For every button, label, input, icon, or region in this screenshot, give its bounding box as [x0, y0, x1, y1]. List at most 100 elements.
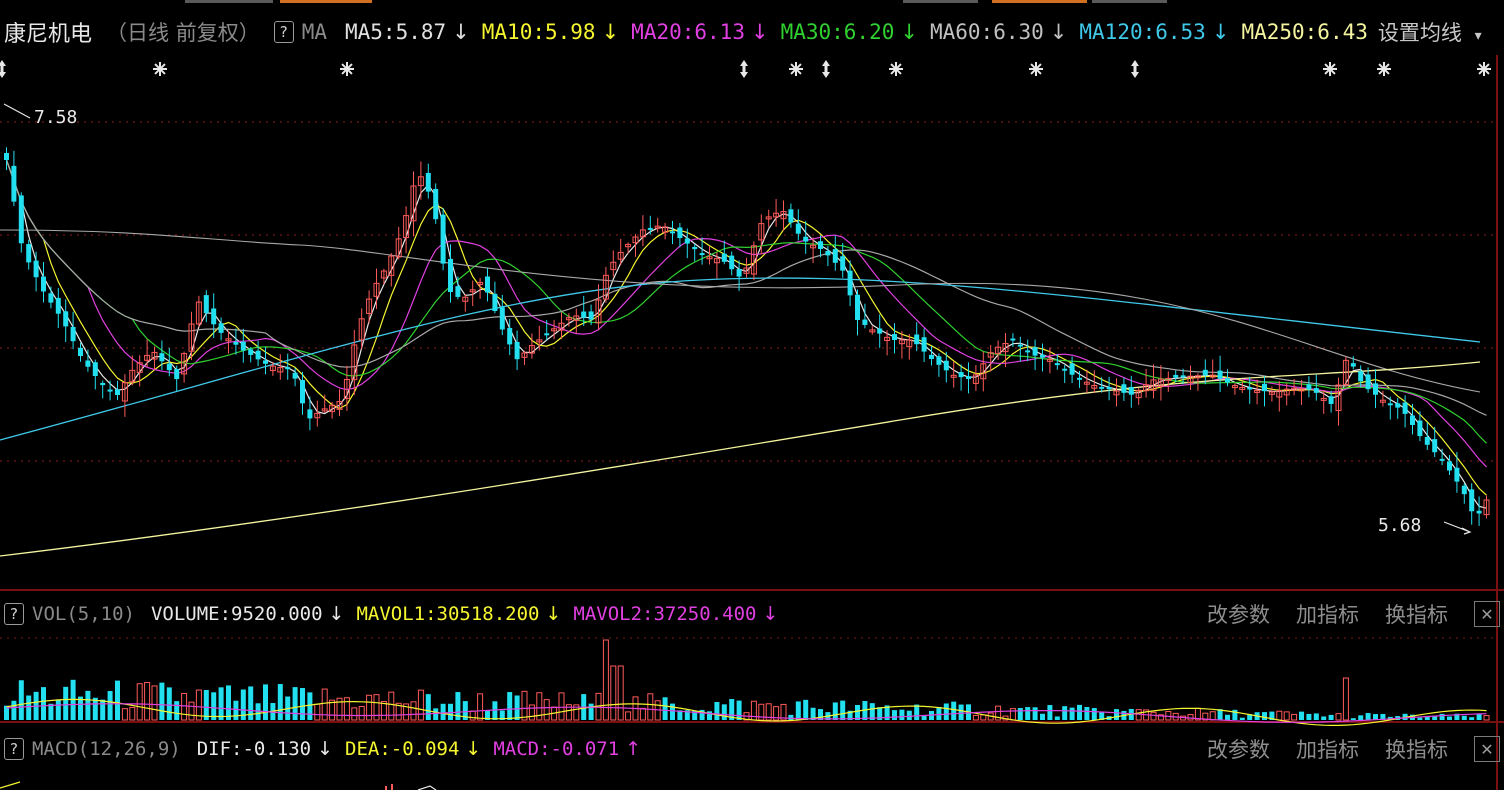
volume-bar	[521, 690, 528, 721]
switch-indicator-button[interactable]: 换指标	[1385, 734, 1448, 764]
volume-bar	[211, 692, 217, 720]
candle	[743, 257, 750, 278]
split-marker-icon[interactable]	[740, 60, 748, 78]
close-icon[interactable]: ✕	[1474, 601, 1500, 627]
volume-bar	[203, 690, 209, 720]
volume-bar	[410, 701, 417, 721]
candlestick-chart[interactable]: 7.58 5.68	[0, 0, 1504, 790]
volume-bar	[610, 665, 617, 721]
candle	[351, 329, 358, 395]
candle	[41, 262, 46, 303]
candle	[462, 294, 469, 312]
volume-bar	[11, 700, 17, 720]
candle	[1239, 381, 1246, 393]
event-marker-icon[interactable]	[789, 62, 803, 76]
change-params-button[interactable]: 改参数	[1207, 734, 1270, 764]
event-marker-icon[interactable]	[1377, 62, 1391, 76]
candle	[780, 200, 787, 231]
candle	[855, 289, 860, 336]
volume-bar	[1009, 708, 1016, 721]
volume-bar	[507, 692, 513, 720]
candle	[1476, 496, 1482, 526]
event-marker-icon[interactable]	[1029, 62, 1043, 76]
split-marker-icon[interactable]	[0, 60, 6, 78]
candle	[1483, 495, 1490, 519]
close-icon[interactable]: ✕	[1474, 736, 1500, 762]
candle	[632, 233, 639, 257]
candle	[107, 380, 113, 401]
candle	[1395, 398, 1401, 419]
volume-bar	[1321, 716, 1327, 720]
help-icon[interactable]: ?	[4, 738, 24, 760]
candle	[840, 243, 846, 278]
event-marker-icon[interactable]	[889, 62, 903, 76]
candle	[1373, 369, 1378, 409]
candle	[966, 362, 971, 394]
macd-lines	[0, 781, 437, 790]
volume-bar	[721, 704, 727, 720]
volume-bar	[855, 704, 860, 720]
candle	[78, 342, 83, 362]
candle	[877, 314, 883, 348]
volume-bar	[129, 706, 136, 721]
volume-bar	[26, 695, 32, 720]
low-price-label: 5.68	[1378, 515, 1421, 536]
volume-bar	[1150, 711, 1157, 721]
candle	[1247, 376, 1253, 404]
macd-value: MACD:-0.071	[493, 738, 620, 760]
switch-indicator-button[interactable]: 换指标	[1385, 599, 1448, 629]
volume-bar	[1417, 717, 1423, 720]
volume-bar	[41, 687, 46, 720]
volume-bar	[55, 699, 61, 720]
candle	[670, 220, 675, 245]
split-marker-icon[interactable]	[822, 60, 830, 78]
split-marker-icon[interactable]	[1131, 60, 1139, 78]
candle	[625, 242, 632, 254]
volume-bar	[1439, 713, 1445, 720]
candle	[92, 359, 98, 390]
candle	[765, 209, 772, 228]
event-markers[interactable]	[0, 60, 1491, 78]
candle	[1128, 375, 1134, 408]
volume-bar	[48, 703, 54, 720]
help-icon[interactable]: ?	[4, 603, 24, 625]
candle	[373, 268, 380, 309]
event-marker-icon[interactable]	[340, 62, 354, 76]
volume-bar	[1225, 714, 1230, 720]
price-labels: 7.58 5.68	[34, 107, 1421, 536]
macd-tools: 改参数 加指标 换指标 ✕	[1207, 734, 1500, 764]
add-indicator-button[interactable]: 加指标	[1296, 734, 1359, 764]
volume-bar	[469, 710, 476, 721]
candle	[1461, 483, 1467, 504]
event-marker-icon[interactable]	[1323, 62, 1337, 76]
volume-bar	[795, 701, 801, 720]
volume-bar	[477, 693, 484, 721]
volume-bar	[159, 682, 165, 720]
candle	[1032, 339, 1038, 371]
candle	[440, 208, 446, 271]
candle	[499, 294, 505, 336]
change-params-button[interactable]: 改参数	[1207, 599, 1270, 629]
low-pointer-icon	[1443, 521, 1472, 535]
candle	[18, 192, 24, 253]
volume-bar	[18, 680, 24, 720]
candle	[314, 400, 321, 427]
event-marker-icon[interactable]	[153, 62, 167, 76]
volume-bar	[166, 687, 172, 720]
add-indicator-button[interactable]: 加指标	[1296, 599, 1359, 629]
candle	[958, 364, 964, 391]
chart-grid	[0, 55, 1504, 790]
dif-value: DIF:-0.130	[196, 738, 312, 760]
volume-bar	[440, 703, 446, 720]
ma20-line	[5, 159, 1487, 468]
volume-bar	[292, 687, 298, 720]
event-marker-icon[interactable]	[1477, 62, 1491, 76]
volume-bar	[670, 703, 675, 720]
candle	[1017, 336, 1023, 362]
candle	[706, 245, 713, 265]
volume-bar	[514, 695, 520, 720]
volume-bar	[914, 704, 920, 720]
arrow-down-icon: ↓	[762, 603, 779, 625]
volume-bar	[906, 710, 912, 720]
volume-bar	[543, 699, 550, 721]
